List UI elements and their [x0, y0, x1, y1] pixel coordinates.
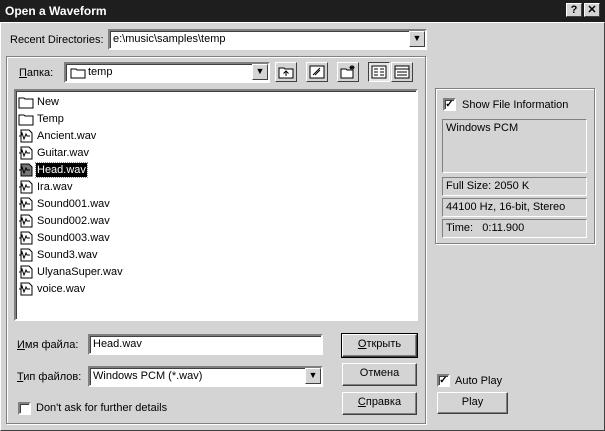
- title-bar: Open a Waveform ? ✕: [0, 0, 605, 22]
- dont-ask-label: Don't ask for further details: [36, 402, 168, 414]
- file-list[interactable]: New Temp Ancient.wav Guitar.wav Head.wav…: [14, 89, 418, 321]
- folder-value: temp: [88, 66, 113, 78]
- wave-file-icon: [19, 214, 33, 227]
- time-value: 0:11.900: [482, 222, 525, 234]
- wave-file-icon: [19, 282, 33, 295]
- format-value: Windows PCM: [446, 122, 519, 134]
- folder-icon: [18, 97, 34, 108]
- list-item[interactable]: voice.wav: [18, 280, 86, 297]
- format-box: Windows PCM: [442, 119, 587, 173]
- window-title: Open a Waveform: [5, 4, 107, 18]
- wave-file-icon: [19, 265, 33, 278]
- list-item[interactable]: Temp: [18, 110, 65, 127]
- wave-file-icon: [19, 129, 33, 142]
- wave-file-icon: [19, 248, 33, 261]
- dont-ask-checkbox[interactable]: [18, 402, 31, 415]
- desktop-button[interactable]: [306, 62, 328, 82]
- time-label: Time:: [446, 222, 474, 234]
- show-info-checkbox[interactable]: ✓: [443, 98, 456, 111]
- list-item[interactable]: Guitar.wav: [18, 144, 90, 161]
- folder-icon: [18, 114, 34, 125]
- folder-combo[interactable]: temp ▼: [64, 62, 270, 83]
- up-folder-icon: [278, 67, 294, 79]
- details-view-icon: [394, 65, 410, 79]
- new-folder-icon: [340, 65, 355, 79]
- autoplay-label: Auto Play: [455, 375, 503, 387]
- list-view-icon: [371, 65, 387, 79]
- list-view-button[interactable]: [368, 62, 390, 82]
- folder-label: Папка:: [19, 67, 54, 79]
- filetype-value: Windows PCM (*.wav): [93, 370, 203, 382]
- filetype-label: Тип файлов:: [17, 371, 82, 383]
- wave-file-icon: [19, 231, 33, 244]
- wave-file-icon: [19, 146, 33, 159]
- up-folder-button[interactable]: [275, 62, 297, 82]
- recent-directories-value: e:\music\samples\temp: [113, 33, 226, 45]
- list-item[interactable]: Sound002.wav: [18, 212, 111, 229]
- list-item[interactable]: Ira.wav: [18, 178, 73, 195]
- time-field: Time: 0:11.900: [442, 219, 587, 238]
- list-item[interactable]: Ancient.wav: [18, 127, 97, 144]
- list-item[interactable]: UlyanaSuper.wav: [18, 263, 124, 280]
- recent-directories-label: Recent Directories:: [10, 34, 104, 46]
- list-item[interactable]: Head.wav: [18, 161, 88, 178]
- play-button[interactable]: Play: [437, 392, 508, 414]
- close-title-button[interactable]: ✕: [584, 3, 600, 17]
- full-size-field: Full Size: 2050 K: [442, 177, 587, 196]
- wave-file-icon: [19, 197, 33, 210]
- audio-details-field: 44100 Hz, 16-bit, Stereo: [442, 198, 587, 217]
- list-item[interactable]: Sound003.wav: [18, 229, 111, 246]
- autoplay-checkbox[interactable]: ✓: [437, 374, 450, 387]
- filename-value: Head.wav: [93, 338, 142, 350]
- filename-label: Имя файла:: [17, 339, 79, 351]
- new-folder-button[interactable]: [337, 62, 359, 82]
- recent-directories-combo[interactable]: e:\music\samples\temp ▼: [108, 29, 427, 50]
- chevron-down-icon[interactable]: ▼: [409, 31, 425, 47]
- help-button[interactable]: Справка: [342, 392, 417, 415]
- list-item[interactable]: Sound3.wav: [18, 246, 99, 263]
- details-view-button[interactable]: [391, 62, 413, 82]
- filename-input[interactable]: Head.wav: [88, 334, 323, 355]
- chevron-down-icon[interactable]: ▼: [252, 64, 268, 80]
- list-item[interactable]: New: [18, 93, 60, 110]
- desktop-icon: [309, 65, 325, 79]
- show-info-label: Show File Information: [462, 99, 569, 111]
- open-button[interactable]: Открыть: [341, 333, 418, 358]
- folder-icon: [70, 67, 86, 82]
- help-title-button[interactable]: ?: [566, 3, 582, 17]
- chevron-down-icon[interactable]: ▼: [305, 368, 321, 384]
- cancel-button[interactable]: Отмена: [342, 363, 417, 386]
- wave-file-icon: [19, 180, 33, 193]
- filetype-select[interactable]: Windows PCM (*.wav) ▼: [88, 366, 323, 387]
- list-item[interactable]: Sound001.wav: [18, 195, 111, 212]
- wave-file-icon: [19, 163, 33, 176]
